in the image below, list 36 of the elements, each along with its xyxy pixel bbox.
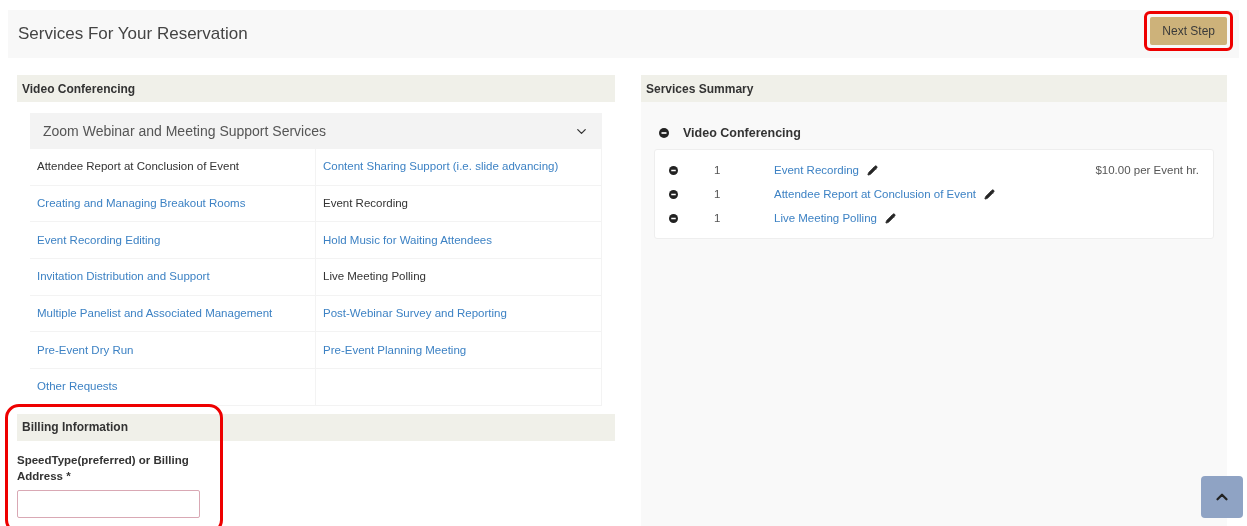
service-option[interactable]: Other Requests: [37, 378, 118, 396]
quantity: 1: [714, 211, 722, 227]
field-label: SpeedType(preferred) or Billing Address *: [17, 452, 190, 484]
next-step-button[interactable]: Next Step: [1150, 17, 1227, 45]
billing-input-field[interactable]: [17, 489, 200, 518]
service-link[interactable]: Attendee Report at Conclusion of Event: [774, 186, 976, 204]
quantity: 1: [714, 187, 722, 203]
service-option[interactable]: Post-Webinar Survey and Reporting: [323, 304, 507, 323]
service-option[interactable]: Pre-Event Dry Run: [37, 341, 134, 359]
service-option[interactable]: Invitation Distribution and Support: [37, 268, 210, 286]
section-title: Services Summary: [646, 80, 754, 98]
service-option[interactable]: Content Sharing Support (i.e. slide advancing): [323, 158, 559, 176]
remove-icon[interactable]: [669, 214, 678, 224]
service-link[interactable]: Live Meeting Polling: [774, 210, 877, 228]
accordion-header[interactable]: Zoom Webinar and Meeting Support Services: [30, 113, 602, 149]
pencil-icon[interactable]: [984, 189, 995, 201]
service-option[interactable]: Pre-Event Planning Meeting: [323, 341, 467, 359]
service-option[interactable]: Creating and Managing Breakout Rooms: [37, 194, 246, 213]
pencil-icon[interactable]: [884, 213, 896, 225]
price: $10.00 per Event hr.: [1095, 163, 1199, 179]
quantity: 1: [714, 163, 722, 179]
service-option[interactable]: Event Recording Editing: [37, 231, 161, 249]
service-option[interactable]: Hold Music for Waiting Attendees: [323, 231, 492, 249]
page-title: Services For Your Reservation: [18, 23, 248, 46]
remove-icon[interactable]: [669, 190, 678, 200]
section-title: Billing Information: [22, 419, 128, 437]
remove-icon[interactable]: [669, 166, 678, 176]
group-title: Video Conferencing: [683, 125, 801, 142]
service-option[interactable]: Attendee Report at Conclusion of Event: [37, 158, 239, 176]
service-option[interactable]: Live Meeting Polling: [323, 268, 426, 286]
service-link[interactable]: Event Recording: [774, 162, 860, 180]
pencil-icon[interactable]: [867, 165, 879, 177]
section-title: Video Conferencing: [22, 80, 136, 98]
service-option[interactable]: Event Recording: [323, 194, 409, 213]
collapse-icon[interactable]: [659, 128, 669, 139]
service-option[interactable]: Multiple Panelist and Associated Management: [37, 304, 273, 323]
